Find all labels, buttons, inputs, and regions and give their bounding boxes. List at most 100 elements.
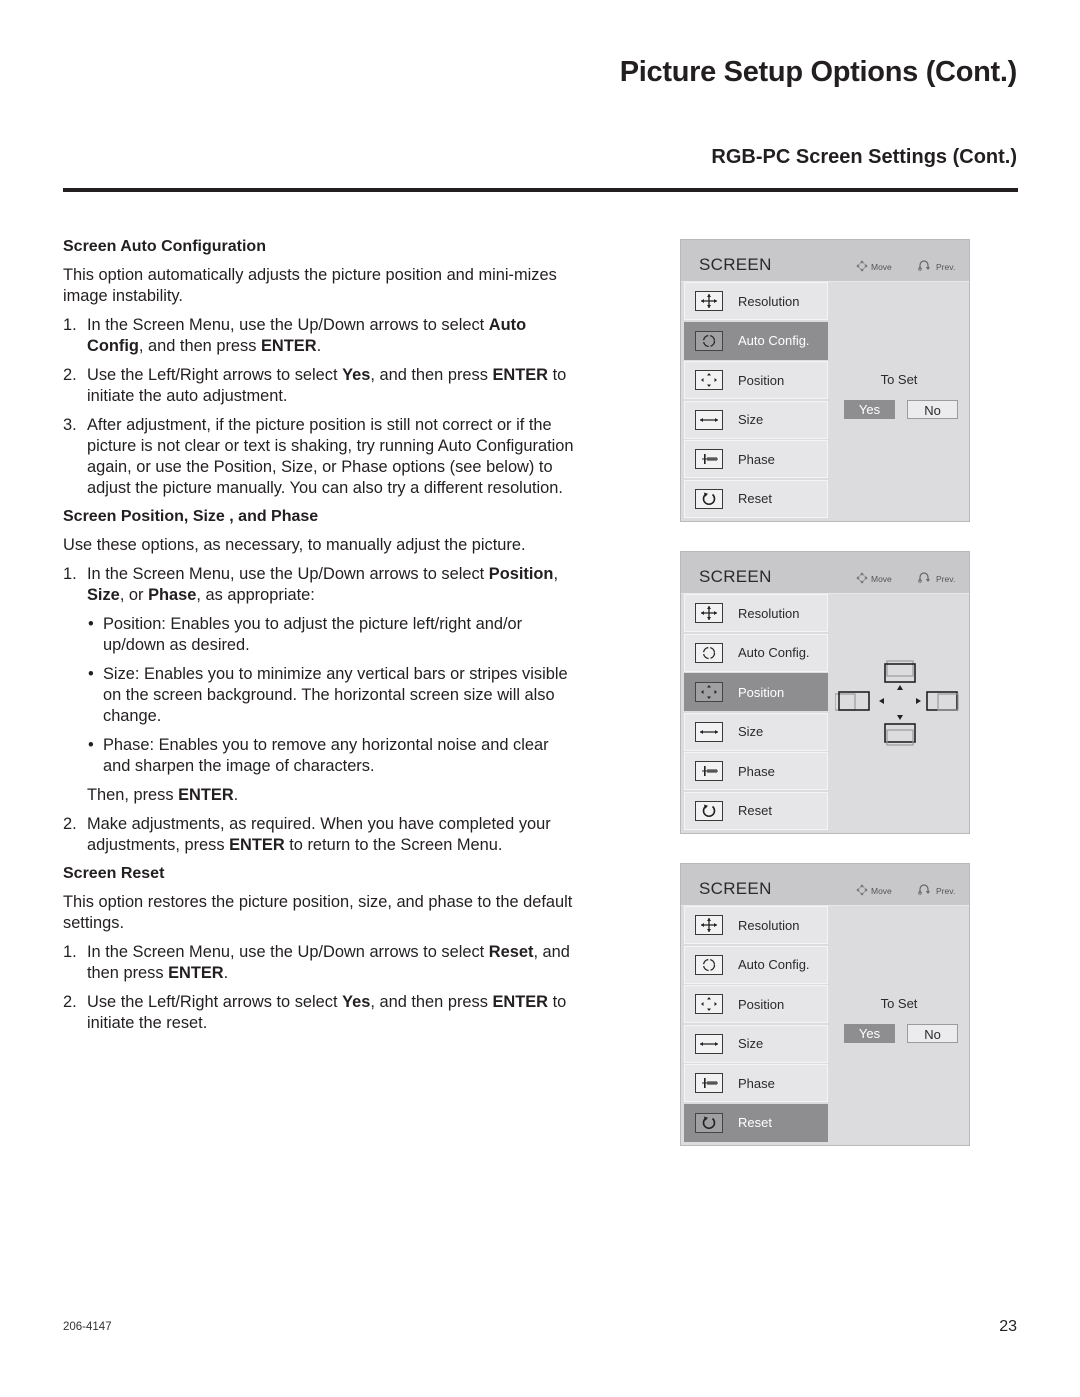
auto-config-circle-icon <box>695 642 723 663</box>
no-button[interactable]: No <box>907 1024 958 1043</box>
resolution-move-icon <box>695 291 723 311</box>
menu-item-label: Phase <box>738 1075 775 1091</box>
menu-item-resolution[interactable]: Resolution <box>684 282 828 320</box>
prev-hint: Prev. <box>917 572 955 585</box>
osd-header: SCREEN Move Prev. <box>681 864 969 906</box>
bullet-item: • Phase: Enables you to remove any horizo… <box>87 735 578 777</box>
menu-item-position[interactable]: Position <box>684 985 828 1024</box>
menu-item-auto-config[interactable]: Auto Config. <box>684 633 828 672</box>
step-bold: Position <box>488 565 554 583</box>
step-bold: Yes <box>342 366 371 384</box>
prev-label: Prev. <box>936 261 956 272</box>
step-number: 1. <box>63 943 77 961</box>
step-bold: ENTER <box>178 786 234 804</box>
step-bold: Size <box>87 586 120 604</box>
screen-menu-auto-config: SCREEN Move Prev. Resolution Auto Config. Pos… <box>680 239 970 522</box>
auto-config-steps: 1. In the Screen Menu, use the Up/Down a… <box>63 315 578 499</box>
menu-item-phase[interactable]: Phase <box>684 1064 828 1103</box>
menu-item-label: Phase <box>738 451 775 467</box>
position-size-phase-steps: 1. In the Screen Menu, use the Up/Down a… <box>63 564 578 856</box>
size-horizontal-icon <box>695 721 723 742</box>
step-number: 1. <box>63 316 77 334</box>
step-text: In the Screen Menu, use the Up/Down arro… <box>87 316 489 334</box>
step-text: Use the Left/Right arrows to select <box>87 993 343 1011</box>
step-text: . <box>316 337 322 355</box>
step-text: , or <box>119 586 149 604</box>
prev-icon <box>917 260 933 273</box>
position-arrows-icon <box>695 994 723 1015</box>
menu-item-position[interactable]: Position <box>684 673 828 712</box>
phase-bars-icon <box>695 761 723 782</box>
step-item: 2. Use the Left/Right arrows to select Y… <box>63 365 578 407</box>
instructions-column: Screen Auto Configuration This option au… <box>63 237 578 1042</box>
header-rule <box>63 188 1018 192</box>
to-set-label: To Set <box>880 372 918 387</box>
menu-item-position[interactable]: Position <box>684 361 828 400</box>
osd-title: SCREEN <box>699 255 772 274</box>
move-label: Move <box>871 574 892 584</box>
phase-bars-icon <box>695 1073 723 1094</box>
menu-item-reset[interactable]: Reset <box>684 479 828 518</box>
osd-panel: To Set Yes No <box>829 906 969 1145</box>
bullet-text: Position: Enables you to adjust the pict… <box>103 615 523 654</box>
step-number: 1. <box>63 565 77 583</box>
position-arrows-icon <box>695 370 723 391</box>
yes-button[interactable]: Yes <box>844 400 895 419</box>
menu-item-auto-config[interactable]: Auto Config. <box>684 321 828 360</box>
menu-item-size[interactable]: Size <box>684 1024 828 1063</box>
menu-item-label: Size <box>738 1036 764 1052</box>
menu-item-label: Auto Config. <box>738 645 810 661</box>
osd-menu-list: Resolution Auto Config. Position Size Phase R… <box>684 282 828 520</box>
screen-left-icon <box>835 691 870 711</box>
reset-rotate-icon <box>695 488 723 509</box>
size-horizontal-icon <box>695 1033 723 1054</box>
step-text: . <box>233 786 239 804</box>
menu-item-resolution[interactable]: Resolution <box>684 906 828 944</box>
step-text: , and then press <box>370 366 493 384</box>
step-bold: ENTER <box>229 836 285 854</box>
menu-item-label: Auto Config. <box>738 333 810 349</box>
menu-item-size[interactable]: Size <box>684 400 828 439</box>
position-size-phase-intro: Use these options, as necessary, to manu… <box>63 536 526 554</box>
menu-item-phase[interactable]: Phase <box>684 752 828 791</box>
no-button[interactable]: No <box>907 400 958 419</box>
osd-title: SCREEN <box>699 879 772 898</box>
move-hint: Move <box>856 884 892 898</box>
auto-config-heading: Screen Auto Configuration <box>63 238 266 255</box>
menu-item-size[interactable]: Size <box>684 712 828 751</box>
menu-item-phase[interactable]: Phase <box>684 440 828 479</box>
screen-right-icon <box>926 691 959 711</box>
menu-item-auto-config[interactable]: Auto Config. <box>684 945 828 984</box>
auto-config-intro: This option automatically adjusts the pi… <box>63 266 557 305</box>
step-item: 2. Use the Left/Right arrows to select Y… <box>63 992 578 1034</box>
menu-item-reset[interactable]: Reset <box>684 791 828 830</box>
document-number: 206-4147 <box>63 1321 112 1333</box>
prev-hint: Prev. <box>917 884 955 897</box>
screen-menu-reset: SCREEN Move Prev. Resolution Auto Config. Pos… <box>680 863 970 1146</box>
bullet-item: • Position: Enables you to adjust the pic… <box>87 614 578 656</box>
menu-item-reset[interactable]: Reset <box>684 1103 828 1142</box>
step-bold: ENTER <box>492 366 549 384</box>
page-number: 23 <box>999 1318 1017 1335</box>
step-number: 2. <box>63 366 77 384</box>
step-text: , as appropriate: <box>196 586 315 604</box>
reset-rotate-icon <box>695 1112 723 1133</box>
step-text: Use the Left/Right arrows to select <box>87 366 343 384</box>
step-bold: ENTER <box>492 993 549 1011</box>
step-number: 3. <box>63 416 77 434</box>
yes-button[interactable]: Yes <box>844 1024 895 1043</box>
menu-item-label: Resolution <box>738 917 800 933</box>
reset-heading: Screen Reset <box>63 865 165 882</box>
menu-item-resolution[interactable]: Resolution <box>684 594 828 632</box>
step-bold: ENTER <box>168 964 224 982</box>
menu-item-label: Position <box>738 684 785 700</box>
resolution-move-icon <box>695 603 723 623</box>
screen-down-icon <box>884 723 916 746</box>
step-item: 1. In the Screen Menu, use the Up/Down a… <box>63 942 578 984</box>
bullet-icon: • <box>88 615 94 633</box>
step-number: 2. <box>63 815 77 833</box>
arrow-down-icon <box>897 715 903 720</box>
option-bullets: • Position: Enables you to adjust the pic… <box>87 614 578 777</box>
phase-bars-icon <box>695 449 723 470</box>
menu-item-label: Auto Config. <box>738 957 810 973</box>
